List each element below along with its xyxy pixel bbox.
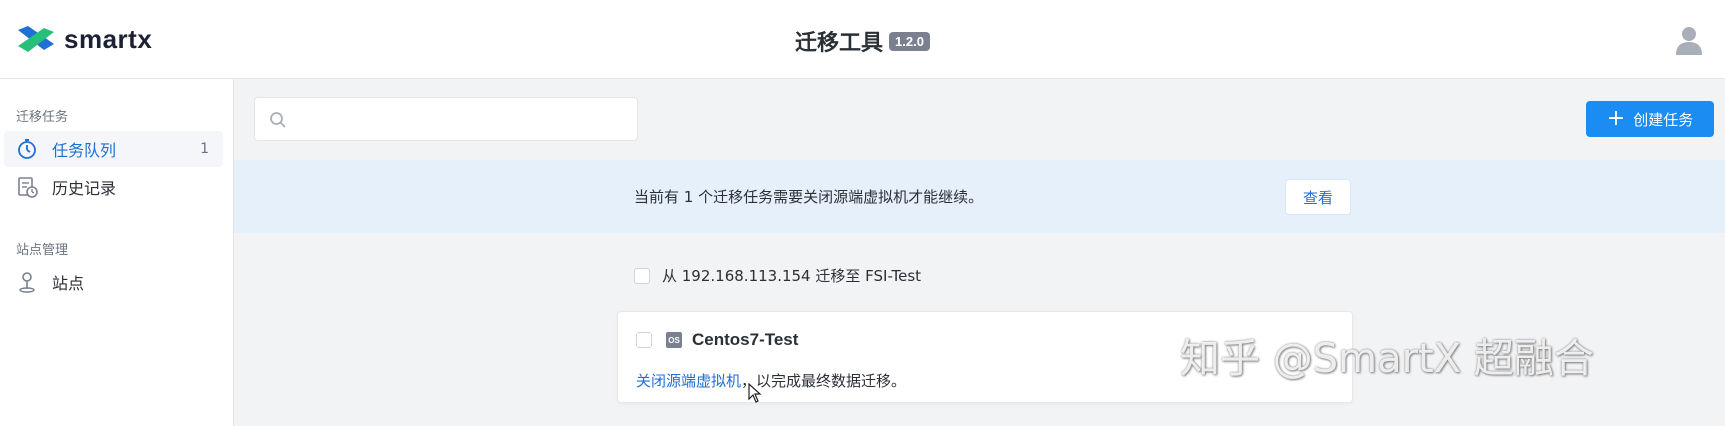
brand-name: smartx [64, 23, 153, 54]
group-checkbox[interactable] [634, 267, 650, 284]
task-group-header: 从 192.168.113.154 迁移至 FSI-Test [634, 265, 921, 286]
task-message: 关闭源端虚拟机，以完成最终数据迁移。 [636, 370, 906, 391]
banner-message: 当前有 1 个迁移任务需要关闭源端虚拟机才能继续。 [634, 188, 984, 206]
mouse-cursor-icon [748, 383, 762, 403]
view-button[interactable]: 查看 [1285, 179, 1351, 215]
app-title: 迁移工具 [795, 31, 884, 56]
sidebar-group-label-tasks: 迁移任务 [16, 110, 69, 125]
pin-icon [19, 272, 35, 293]
sidebar-item-label: 任务队列 [52, 141, 117, 160]
task-count-badge: 1 [200, 141, 209, 157]
search-icon [270, 112, 286, 128]
plus-icon: + [1606, 106, 1626, 131]
smartx-logo-icon [18, 26, 54, 52]
search-input[interactable] [299, 106, 623, 134]
top-bar: smartx 迁移工具 1.2.0 [0, 0, 1725, 79]
vm-name: Centos7-Test [692, 330, 799, 349]
task-group-label: 从 192.168.113.154 迁移至 FSI-Test [662, 267, 922, 285]
sidebar-item-label: 站点 [52, 274, 85, 293]
user-avatar-icon[interactable] [1673, 24, 1705, 56]
sidebar-item-task-queue[interactable]: 任务队列 1 [4, 131, 223, 167]
version-badge: 1.2.0 [889, 31, 930, 51]
sidebar-item-history[interactable]: 历史记录 [4, 169, 223, 205]
os-icon: OS [666, 332, 682, 348]
task-checkbox[interactable] [636, 332, 652, 348]
history-icon [18, 177, 38, 198]
brand-logo[interactable]: smartx [16, 24, 152, 54]
search-box[interactable] [254, 97, 638, 141]
create-task-button[interactable]: + 创建任务 [1586, 101, 1714, 137]
notice-banner: 当前有 1 个迁移任务需要关闭源端虚拟机才能继续。 查看 [234, 160, 1725, 233]
sidebar-group-label-sites: 站点管理 [16, 243, 69, 258]
sidebar-item-label: 历史记录 [52, 179, 117, 198]
task-message-rest: ，以完成最终数据迁移。 [741, 372, 907, 390]
watermark: 知乎 @SmartX 超融合 [1180, 336, 1594, 382]
sidebar: 迁移任务 任务队列 1 历史记录 站点管理 站点 [0, 79, 234, 426]
create-task-label: 创建任务 [1633, 110, 1694, 129]
shutdown-source-vm-link[interactable]: 关闭源端虚拟机 [636, 372, 741, 390]
stopwatch-icon [18, 139, 36, 159]
sidebar-item-sites[interactable]: 站点 [4, 264, 223, 300]
